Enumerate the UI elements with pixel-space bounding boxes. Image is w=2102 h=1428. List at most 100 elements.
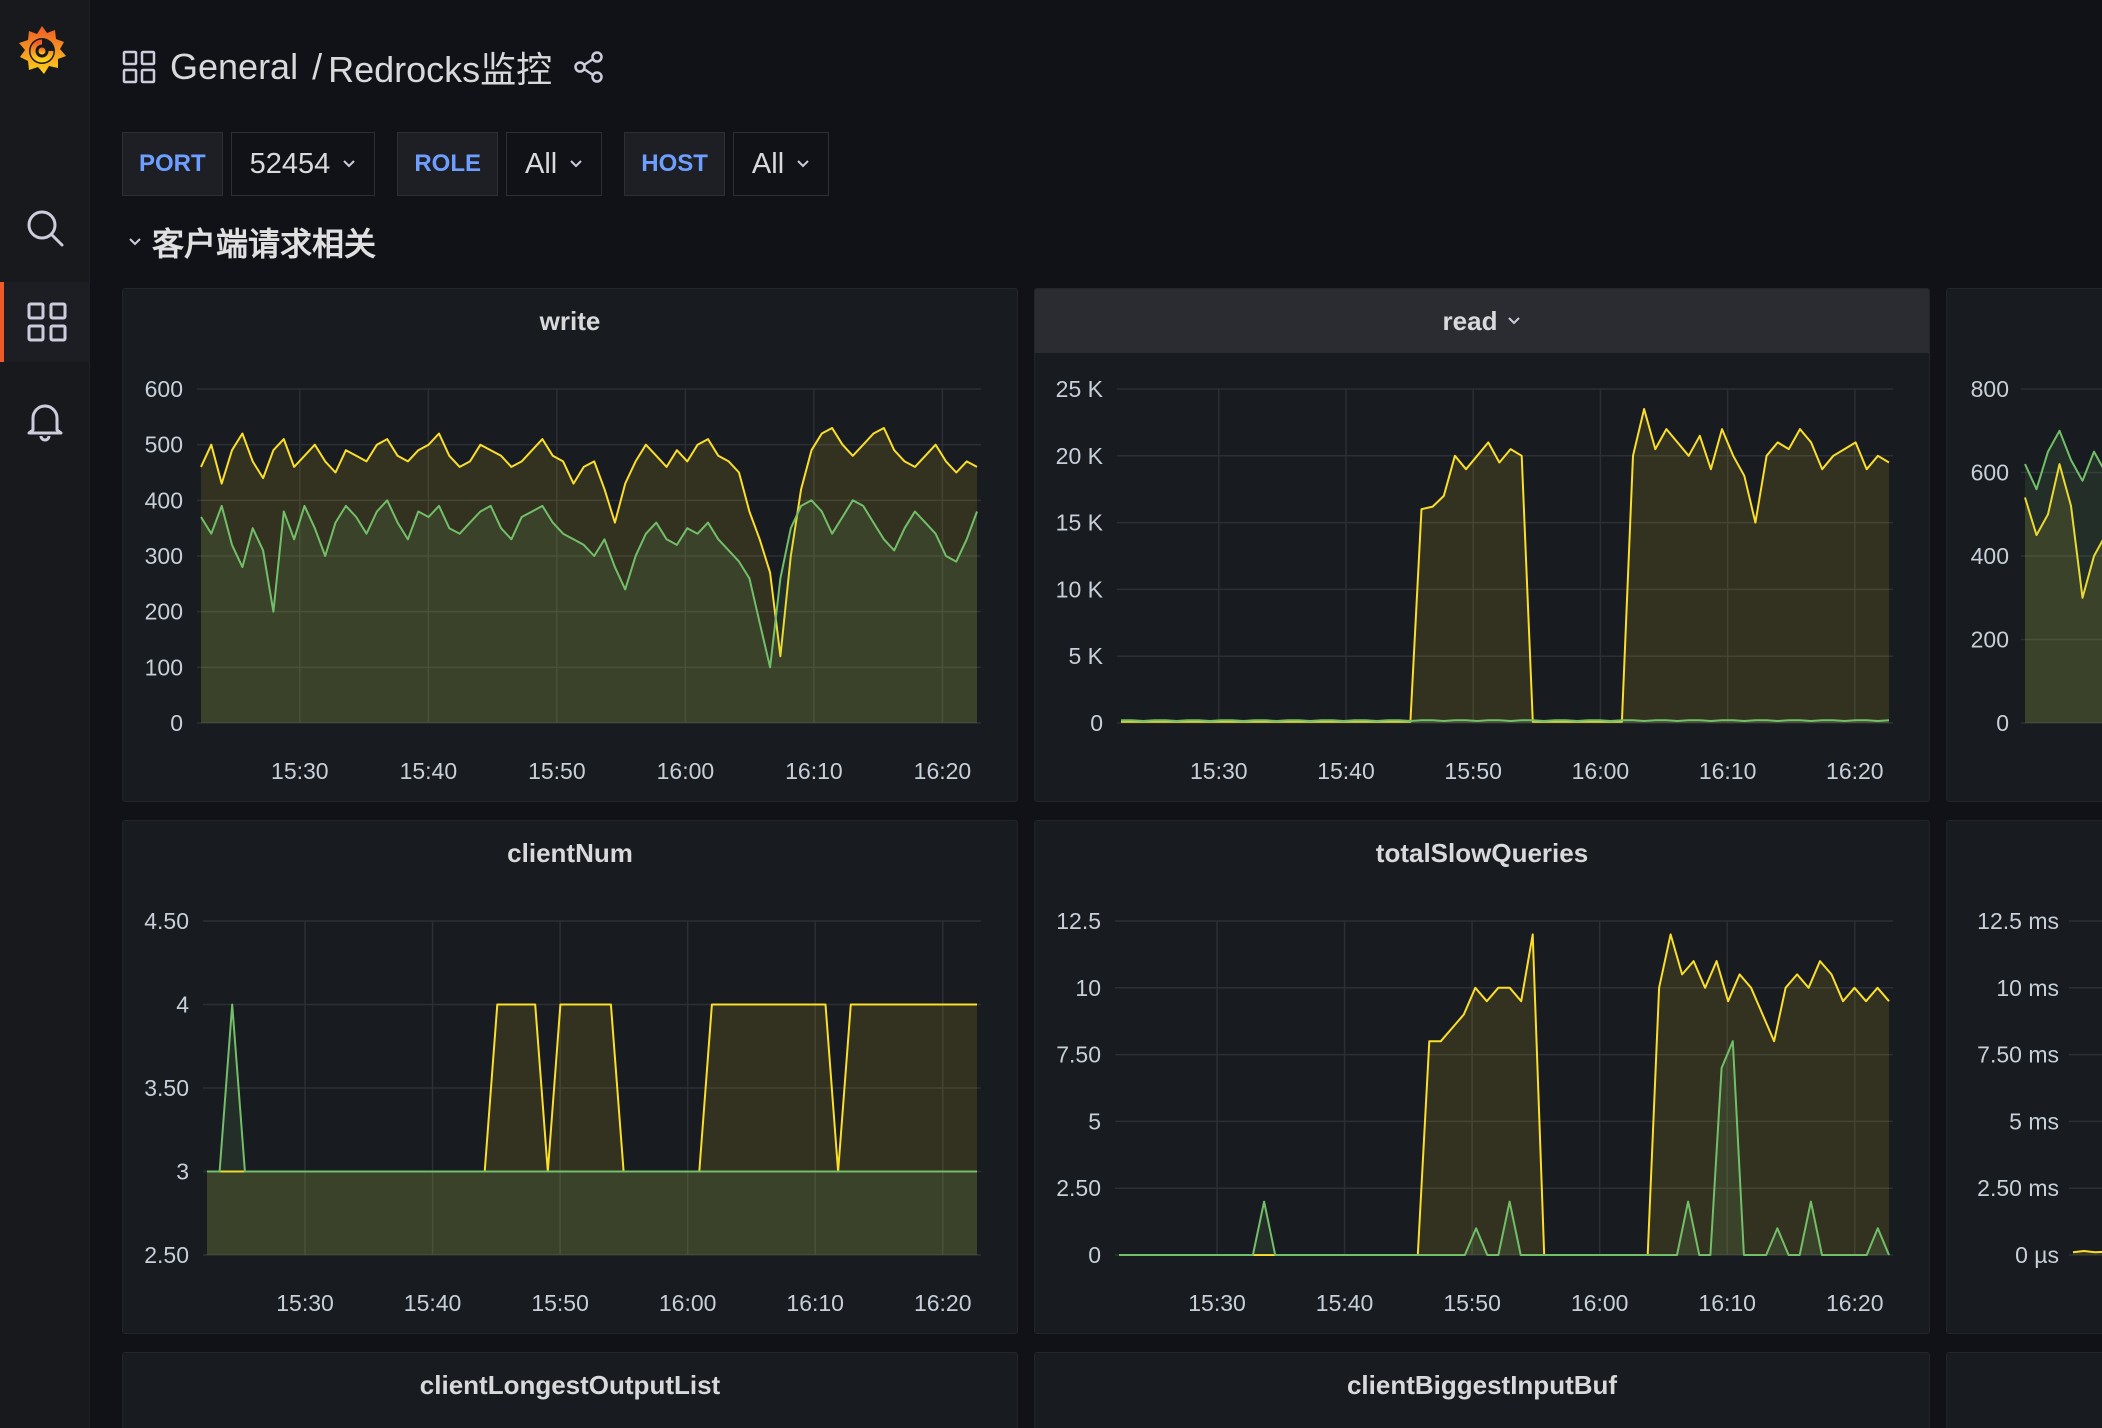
x-tick-label: 16:00: [1571, 1290, 1629, 1316]
variable-label-host: HOST: [624, 132, 725, 196]
panel-read[interactable]: 25 K 20 K 15 K 10 K 5 K 0 15:30 15:40 15:50 16:00…: [1034, 288, 1930, 802]
x-tick-label: 15:40: [1316, 1290, 1374, 1316]
variable-value-host: All: [751, 147, 785, 180]
sidebar: [0, 0, 90, 1428]
panel-title[interactable]: [1947, 289, 2102, 353]
y-tick-label: 10 ms: [1996, 975, 2059, 1001]
chevron-down-icon: [797, 160, 809, 168]
y-tick-label: 0: [1088, 1242, 1101, 1268]
y-tick-label: 500: [145, 432, 183, 458]
panel-title-text: read: [1442, 305, 1498, 336]
breadcrumb-folder[interactable]: General: [170, 46, 298, 88]
series-area: [1119, 934, 1889, 1255]
y-tick-label: 0 µs: [2015, 1242, 2059, 1268]
y-tick-label: 12.5: [1056, 908, 1101, 934]
panel-title[interactable]: clientNum: [123, 821, 1017, 885]
y-tick-label: 3: [176, 1159, 189, 1185]
chart-right_mid: 12.5 ms 10 ms 7.50 ms 5 ms 2.50 ms 0 µs: [1977, 908, 2102, 1268]
x-tick-label: 15:50: [531, 1290, 589, 1316]
variable-select-host[interactable]: All: [732, 132, 830, 196]
panel-clientbiggestinputbuf[interactable]: clientBiggestInputBuf: [1034, 1352, 1930, 1428]
x-tick-label: 15:40: [1317, 758, 1375, 784]
alerting-bell-icon[interactable]: [0, 380, 90, 460]
panel-clientnum[interactable]: 4.50 4 3.50 3 2.50 15:30 15:40 15:50 16:00 16:10 1…: [122, 820, 1018, 1334]
x-tick-label: 16:10: [785, 758, 843, 784]
x-tick-label: 16:10: [1699, 758, 1757, 784]
y-tick-label: 4: [176, 992, 189, 1018]
panel-title[interactable]: [1947, 821, 2102, 885]
panel-title[interactable]: totalSlowQueries: [1035, 821, 1929, 885]
y-tick-label: 600: [1971, 460, 2009, 486]
x-tick-label: 15:50: [1443, 1290, 1501, 1316]
y-tick-label: 300: [145, 543, 183, 569]
y-tick-label: 2.50 ms: [1977, 1175, 2059, 1201]
grafana-dashboard: General / Redrocks监控 PORT 52454 ROLE All…: [0, 0, 2102, 1428]
x-tick-label: 15:30: [276, 1290, 334, 1316]
y-tick-label: 5 ms: [2009, 1108, 2059, 1134]
dashboard-title[interactable]: Redrocks监控: [328, 41, 552, 93]
x-tick-label: 15:40: [404, 1290, 462, 1316]
x-tick-label: 16:00: [659, 1290, 717, 1316]
y-tick-label: 10: [1075, 975, 1101, 1001]
x-tick-label: 16:00: [1572, 758, 1630, 784]
variable-select-role[interactable]: All: [506, 132, 603, 196]
dashboard-grid-icon: [122, 50, 156, 84]
y-tick-label: 200: [145, 599, 183, 625]
panel-title-text: clientLongestOutputList: [419, 1369, 721, 1400]
panel-title[interactable]: write: [123, 289, 1017, 353]
y-tick-label: 200: [1971, 627, 2009, 653]
panel-title[interactable]: clientLongestOutputList: [123, 1353, 1017, 1417]
y-tick-label: 400: [1971, 543, 2009, 569]
x-tick-label: 15:40: [400, 758, 458, 784]
x-tick-label: 16:20: [914, 758, 972, 784]
grafana-logo-icon[interactable]: [12, 22, 72, 82]
x-tick-label: 16:10: [1698, 1290, 1756, 1316]
chevron-down-icon: [129, 238, 141, 246]
panel-partial-right-mid[interactable]: 12.5 ms 10 ms 7.50 ms 5 ms 2.50 ms 0 µs: [1946, 820, 2102, 1334]
y-tick-label: 2.50: [1056, 1175, 1101, 1201]
x-tick-label: 16:00: [657, 758, 715, 784]
variables-bar: PORT 52454 ROLE All HOST All: [122, 132, 851, 196]
y-tick-label: 0: [170, 710, 183, 736]
y-tick-label: 2.50: [144, 1242, 189, 1268]
y-tick-label: 7.50 ms: [1977, 1042, 2059, 1068]
series-area: [2025, 430, 2102, 723]
panel-title[interactable]: read: [1035, 289, 1929, 353]
panel-totalslowqueries[interactable]: 12.5 10 7.50 5 2.50 0 15:30 15:40 15:50 16:00 16:1…: [1034, 820, 1930, 1334]
panel-write[interactable]: 600 500 400 300 200 100 0 15:30 15:40 15:50 16:00 1…: [122, 288, 1018, 802]
series-line: [2072, 1250, 2102, 1254]
panel-partial-right-bottom[interactable]: [1946, 1352, 2102, 1428]
x-tick-label: 16:20: [1826, 758, 1884, 784]
chart-right_top: 800 600 400 200 0: [1971, 376, 2102, 736]
x-tick-label: 15:30: [271, 758, 329, 784]
panel-title-text: write: [539, 305, 601, 336]
y-tick-label: 15 K: [1056, 510, 1104, 536]
chevron-down-icon[interactable]: [1507, 316, 1521, 326]
y-tick-label: 5 K: [1068, 643, 1103, 669]
share-icon[interactable]: [572, 50, 606, 84]
y-tick-label: 5: [1088, 1108, 1101, 1134]
y-tick-label: 7.50: [1056, 1042, 1101, 1068]
chart-clientNum: 4.50 4 3.50 3 2.50 15:30 15:40 15:50 16:00 16:10 1…: [144, 908, 981, 1316]
y-tick-label: 800: [1971, 376, 2009, 402]
panel-title[interactable]: clientBiggestInputBuf: [1035, 1353, 1929, 1417]
chart-totalSlowQueries: 12.5 10 7.50 5 2.50 0 15:30 15:40 15:50 16:00 16:1…: [1056, 908, 1893, 1316]
y-tick-label: 400: [145, 487, 183, 513]
x-tick-label: 15:50: [528, 758, 586, 784]
row-title: 客户端请求相关: [152, 226, 377, 262]
variable-select-port[interactable]: 52454: [230, 132, 376, 196]
row-collapse-toggle[interactable]: 客户端请求相关: [128, 220, 376, 264]
search-icon[interactable]: [0, 188, 90, 268]
variable-label-port: PORT: [122, 132, 223, 196]
panel-clientlongestoutputlist[interactable]: clientLongestOutputList: [122, 1352, 1018, 1428]
chart-read: 25 K 20 K 15 K 10 K 5 K 0 15:30 15:40 15:50 16:00…: [1056, 376, 1893, 784]
y-tick-label: 3.50: [144, 1075, 189, 1101]
breadcrumb-separator: /: [312, 46, 323, 87]
breadcrumb: General / Redrocks监控: [122, 42, 606, 92]
x-tick-label: 15:50: [1444, 758, 1502, 784]
dashboards-icon[interactable]: [0, 282, 90, 362]
x-tick-label: 16:20: [914, 1290, 972, 1316]
panel-partial-right-top[interactable]: 800 600 400 200 0: [1946, 288, 2102, 802]
y-tick-label: 20 K: [1056, 443, 1104, 469]
chevron-down-icon: [570, 160, 582, 168]
